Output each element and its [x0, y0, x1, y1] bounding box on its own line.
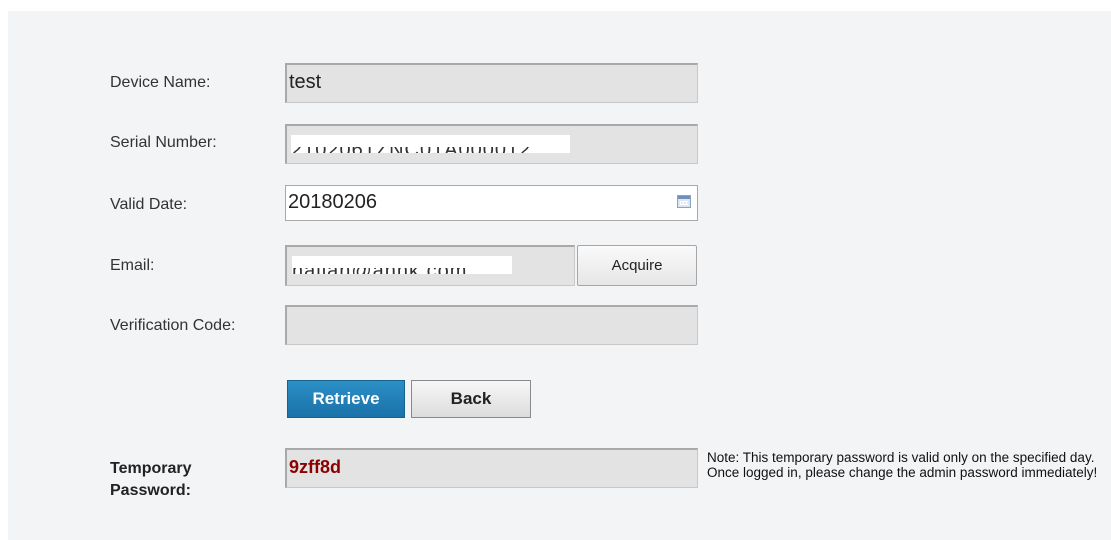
temporary-password-value: 9zff8d [289, 457, 342, 477]
email-field: hajian@ahhk.com [285, 245, 575, 286]
verification-code-input[interactable] [285, 305, 698, 345]
acquire-button[interactable]: Acquire [577, 245, 697, 286]
device-name-value: test [289, 71, 322, 93]
temporary-password-field: 9zff8d [285, 448, 698, 488]
temporary-password-label-line2: Password: [110, 482, 191, 499]
email-value: hajian@ahhk.com [292, 268, 512, 274]
retrieve-button[interactable]: Retrieve [287, 380, 405, 418]
email-label: Email: [110, 257, 155, 274]
temporary-password-note: Note: This temporary password is valid o… [707, 450, 1098, 480]
verification-code-label: Verification Code: [110, 317, 236, 334]
valid-date-input[interactable]: 20180206 [285, 185, 698, 221]
temporary-password-label-line1: Temporary [110, 460, 192, 477]
valid-date-value: 20180206 [288, 191, 377, 213]
device-name-label-text: Device Name: [110, 74, 211, 91]
back-button[interactable]: Back [411, 380, 531, 418]
serial-number-label: Serial Number: [110, 134, 217, 151]
device-name-field: test [285, 63, 698, 103]
calendar-icon[interactable] [677, 195, 691, 208]
serial-number-value-masked: 2102061ZNC01A000012 [291, 134, 570, 153]
temporary-password-label: Temporary Password: [110, 458, 192, 502]
serial-number-value: 2102061ZNC01A000012 [291, 147, 570, 153]
serial-number-field: 2102061ZNC01A000012 [285, 124, 698, 164]
email-value-masked: hajian@ahhk.com [292, 255, 512, 274]
valid-date-label: Valid Date: [110, 196, 188, 213]
